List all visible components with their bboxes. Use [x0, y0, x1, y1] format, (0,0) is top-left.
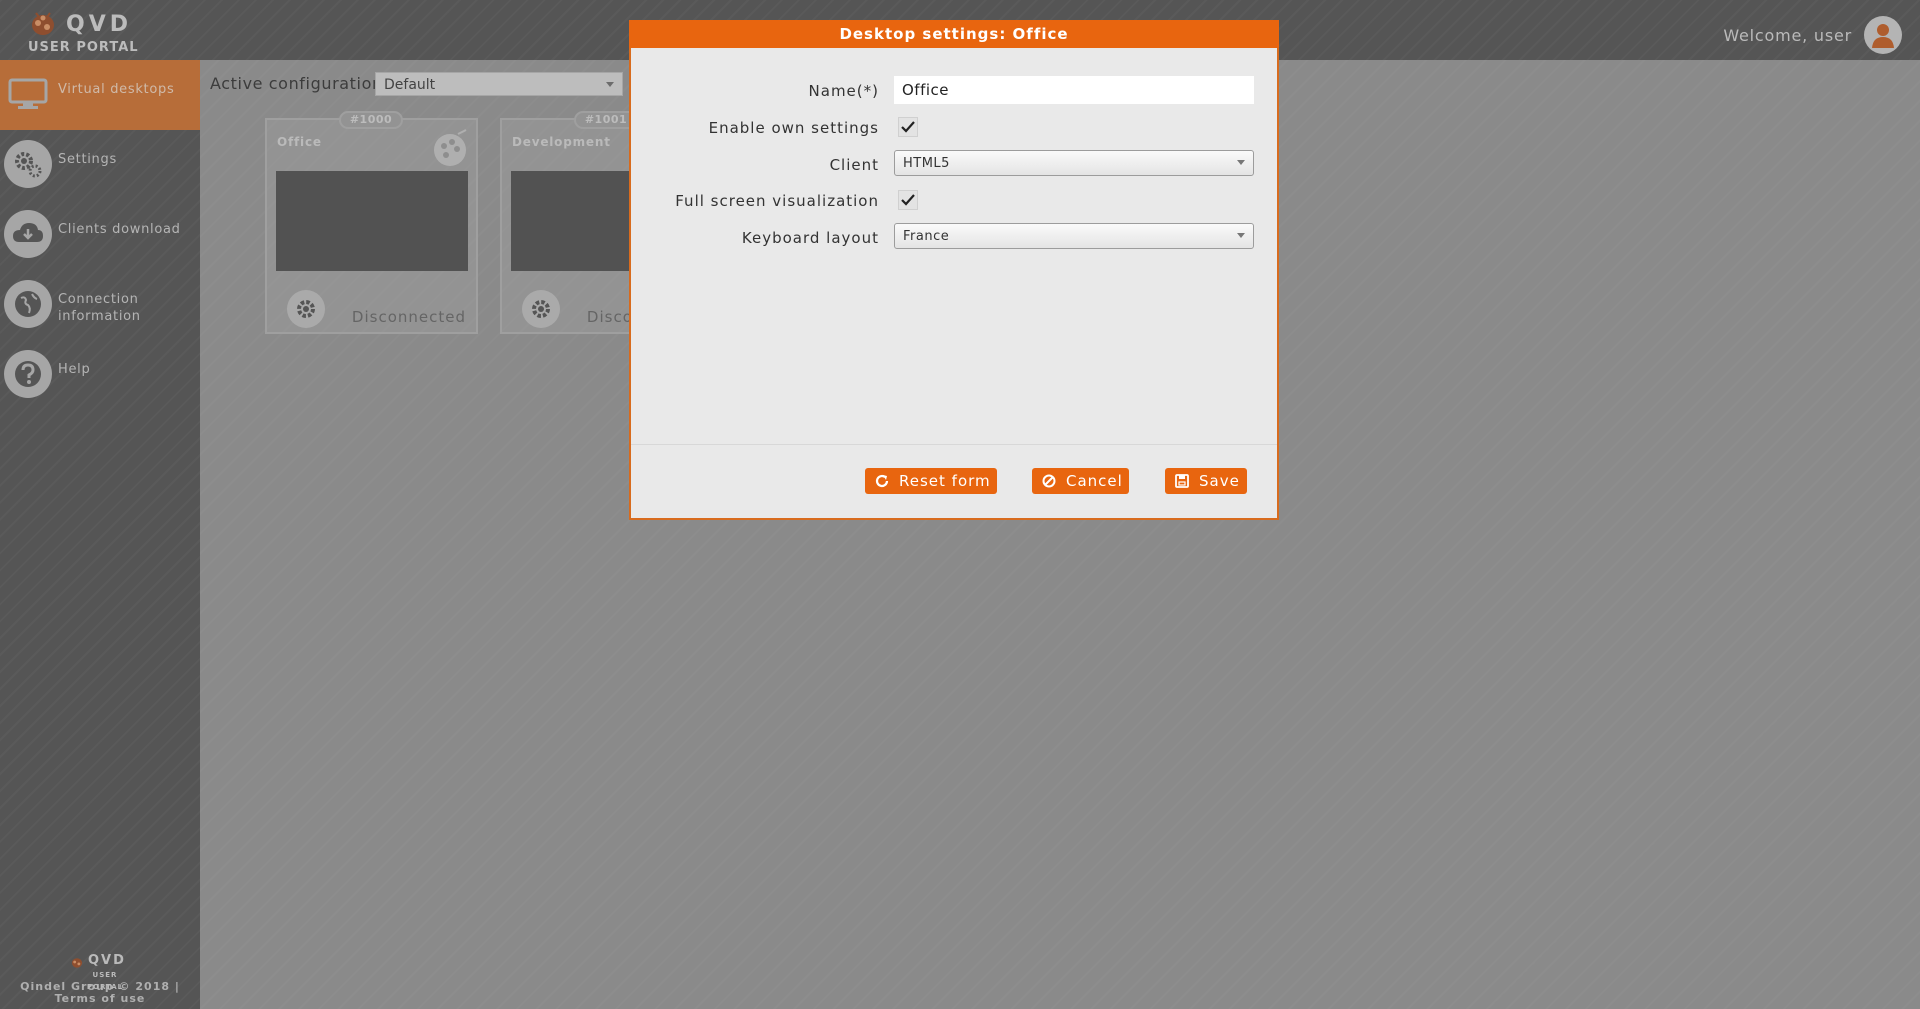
gear-icon[interactable]	[522, 290, 560, 328]
desktop-card[interactable]: #1000 Office Disconnected	[265, 111, 478, 334]
own-settings-label: Enable own settings	[708, 119, 879, 137]
cloud-download-icon	[4, 210, 52, 258]
sidebar-item-label: Settings	[58, 152, 117, 167]
refresh-icon	[875, 474, 889, 488]
keyboard-layout-label: Keyboard layout	[741, 229, 879, 247]
ladybug-logo-icon	[32, 12, 54, 35]
reset-form-button[interactable]: Reset form	[865, 468, 997, 494]
active-configuration-select[interactable]: Default	[375, 72, 623, 96]
form-row-client: Client HTML5	[631, 150, 1277, 180]
chevron-down-icon	[606, 82, 614, 87]
sidebar-item-virtual-desktops[interactable]: Virtual desktops	[0, 60, 200, 130]
sidebar-item-settings[interactable]: Settings	[0, 130, 200, 200]
sidebar-item-label: Virtual desktops	[58, 82, 175, 97]
name-field[interactable]	[894, 76, 1254, 104]
active-configuration-value: Default	[384, 77, 436, 93]
monitor-icon	[4, 70, 52, 118]
reset-form-label: Reset form	[899, 472, 991, 490]
ladybug-logo-icon	[71, 958, 83, 968]
form-row-own-settings: Enable own settings	[631, 113, 1277, 143]
gears-icon	[4, 140, 52, 188]
html5-client-icon	[434, 129, 467, 166]
client-select[interactable]: HTML5	[894, 150, 1254, 176]
desktop-state: Disconnected	[351, 308, 466, 326]
own-settings-checkbox[interactable]	[898, 117, 918, 137]
form-row-name: Name(*)	[631, 76, 1277, 106]
checkmark-icon	[901, 194, 915, 206]
desktop-name: Office	[277, 135, 322, 149]
footer-brand: QVD	[88, 953, 126, 968]
desktop-preview[interactable]	[276, 171, 468, 271]
floppy-disk-icon	[1175, 474, 1189, 488]
client-value: HTML5	[903, 156, 950, 171]
active-configuration-label: Active configuration:	[210, 74, 389, 93]
sidebar-footer: QVD USER PORTAL Qindel Group © 2018 | Te…	[0, 953, 200, 1005]
dialog-title: Desktop settings: Office	[629, 20, 1279, 48]
keyboard-layout-value: France	[903, 229, 950, 244]
fullscreen-label: Full screen visualization	[675, 192, 879, 210]
dialog-divider	[631, 444, 1277, 445]
sidebar-item-label: Connection information	[58, 292, 141, 324]
form-row-keyboard: Keyboard layout France	[631, 223, 1277, 253]
cancel-label: Cancel	[1066, 472, 1123, 490]
footer-brand-subtitle: USER PORTAL	[86, 971, 124, 991]
gear-icon[interactable]	[287, 290, 325, 328]
footer-logo: QVD USER PORTAL	[70, 953, 130, 991]
chevron-down-icon	[1237, 233, 1245, 238]
sidebar-item-label: Clients download	[58, 222, 181, 237]
client-label: Client	[829, 156, 879, 174]
keyboard-layout-select[interactable]: France	[894, 223, 1254, 249]
desktop-name: Development	[512, 135, 611, 149]
sidebar-item-clients-download[interactable]: Clients download	[0, 200, 200, 270]
qvd-logo[interactable]: QVD USER PORTAL	[24, 8, 144, 56]
sidebar: Virtual desktops Settings Clients downlo…	[0, 60, 200, 1009]
save-button[interactable]: Save	[1165, 468, 1247, 494]
form-row-fullscreen: Full screen visualization	[631, 186, 1277, 216]
question-icon	[4, 350, 52, 398]
save-label: Save	[1199, 472, 1240, 490]
desktop-id-badge: #1000	[339, 111, 403, 129]
welcome-text: Welcome, user	[1723, 26, 1852, 45]
name-label: Name(*)	[808, 82, 879, 100]
cancel-button[interactable]: Cancel	[1032, 468, 1129, 494]
checkmark-icon	[901, 121, 915, 133]
sidebar-item-help[interactable]: Help	[0, 340, 200, 410]
user-avatar-icon[interactable]	[1864, 16, 1902, 54]
brand-name: QVD	[66, 12, 132, 37]
fullscreen-checkbox[interactable]	[898, 190, 918, 210]
brand-subtitle: USER PORTAL	[28, 40, 139, 55]
sidebar-item-connection-information[interactable]: Connection information	[0, 270, 200, 340]
globe-icon	[4, 280, 52, 328]
desktop-settings-dialog: Desktop settings: Office Name(*) Enable …	[629, 20, 1279, 520]
sidebar-item-label: Help	[58, 362, 91, 377]
ban-icon	[1042, 474, 1056, 488]
chevron-down-icon	[1237, 160, 1245, 165]
